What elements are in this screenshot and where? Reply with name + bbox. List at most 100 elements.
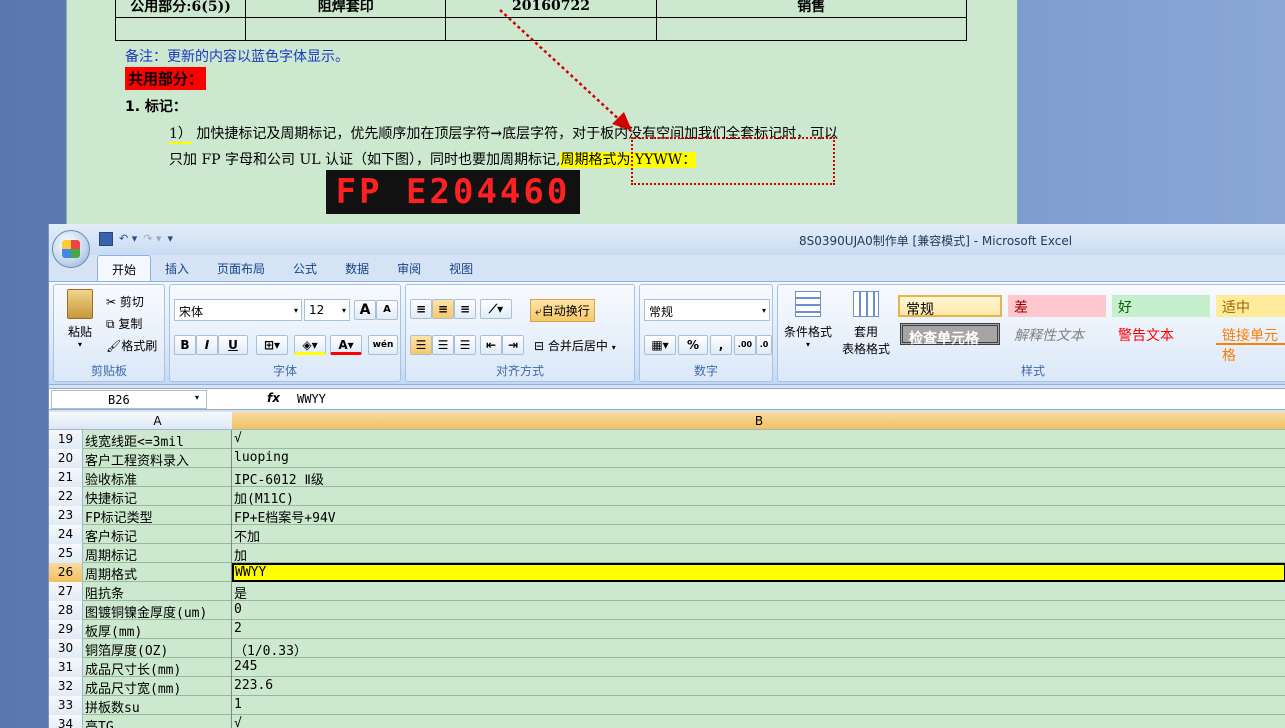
cell-a[interactable]: 客户工程资料录入 [83, 449, 232, 468]
number-format-select[interactable]: 常规 ▾ [644, 299, 770, 321]
column-header-b[interactable]: B [232, 412, 1285, 429]
cell-a[interactable]: 快捷标记 [83, 487, 232, 506]
decrease-indent-icon[interactable]: ⇤ [480, 335, 502, 355]
comma-button[interactable]: , [710, 335, 732, 355]
tab-page-layout[interactable]: 页面布局 [203, 255, 279, 281]
cell-a[interactable]: 成品尺寸宽(mm) [83, 677, 232, 696]
cell-a[interactable]: 验收标准 [83, 468, 232, 487]
increase-indent-icon[interactable]: ⇥ [502, 335, 524, 355]
increase-decimal-icon[interactable]: .00 [734, 335, 756, 355]
tab-insert[interactable]: 插入 [151, 255, 203, 281]
cell-a[interactable]: 周期格式 [83, 563, 232, 582]
row-header[interactable]: 31 [49, 658, 83, 677]
column-header-a[interactable]: A [83, 414, 232, 428]
style-explanatory[interactable]: 解释性文本 [1008, 323, 1106, 345]
align-center-icon[interactable]: ☰ [432, 335, 454, 355]
cell-b[interactable]: luoping [232, 449, 1285, 468]
cell-b[interactable]: 是 [232, 582, 1285, 602]
cell-b[interactable]: √ [232, 715, 1285, 728]
name-box[interactable]: B26 [51, 390, 207, 409]
cell-a[interactable]: 阻抗条 [83, 582, 232, 601]
cell-b[interactable]: 223.6 [232, 677, 1285, 696]
tab-review[interactable]: 审阅 [383, 255, 435, 281]
cell-b[interactable]: IPC-6012 Ⅱ级 [232, 468, 1285, 488]
align-bottom-icon[interactable]: ≡ [454, 299, 476, 319]
row-header[interactable]: 34 [49, 715, 83, 728]
orientation-icon[interactable]: ⟋▾ [480, 299, 512, 319]
conditional-format-button[interactable]: 条件格式 ▾ [780, 291, 836, 349]
borders-button[interactable]: ⊞▾ [256, 335, 288, 355]
cell-b[interactable]: （1/0.33） [232, 639, 1285, 659]
align-left-icon[interactable]: ☰ [410, 335, 432, 355]
chevron-down-icon[interactable]: ▾ [195, 393, 199, 402]
office-button[interactable] [52, 230, 90, 268]
style-linked-cell[interactable]: 链接单元格 [1216, 323, 1285, 364]
italic-button[interactable]: I [196, 335, 218, 355]
cell-a[interactable]: 板厚(mm) [83, 620, 232, 639]
underline-button[interactable]: U [218, 335, 248, 355]
insert-function-icon[interactable]: fx [267, 391, 280, 405]
font-color-button[interactable]: A▾ [330, 335, 362, 355]
style-neutral[interactable]: 适中 [1216, 295, 1285, 317]
cell-a[interactable]: 高TG [83, 715, 232, 728]
row-header[interactable]: 25 [49, 544, 83, 563]
format-painter-button[interactable]: 🖌格式刷 [106, 337, 157, 354]
cell-b[interactable]: 0 [232, 601, 1285, 620]
copy-button[interactable]: ⧉ 复制 [106, 315, 142, 332]
currency-icon[interactable]: ▦▾ [644, 335, 676, 355]
phonetic-button[interactable]: wén [368, 335, 398, 355]
row-header[interactable]: 21 [49, 468, 83, 487]
tab-home[interactable]: 开始 [97, 255, 152, 281]
grow-font-button[interactable]: A [354, 300, 376, 320]
align-right-icon[interactable]: ☰ [454, 335, 476, 355]
merge-center-button[interactable]: ⊟ 合并后居中 ▾ [534, 337, 616, 354]
shrink-font-button[interactable]: A [376, 300, 398, 320]
row-header[interactable]: 28 [49, 601, 83, 620]
align-middle-icon[interactable]: ≡ [432, 299, 454, 319]
tab-view[interactable]: 视图 [435, 255, 487, 281]
row-header[interactable]: 19 [49, 430, 83, 449]
save-icon[interactable] [99, 232, 113, 246]
row-header[interactable]: 24 [49, 525, 83, 544]
row-header[interactable]: 26 [49, 563, 83, 582]
cell-b[interactable]: 2 [232, 620, 1285, 639]
paste-button[interactable]: 粘贴 ▾ [60, 289, 100, 349]
cell-a[interactable]: FP标记类型 [83, 506, 232, 525]
cell-a[interactable]: 成品尺寸长(mm) [83, 658, 232, 677]
row-header[interactable]: 33 [49, 696, 83, 715]
cell-b[interactable]: FP+E档案号+94V [232, 506, 1285, 526]
font-name-select[interactable]: 宋体 ▾ [174, 299, 302, 321]
style-normal[interactable]: 常规 [898, 295, 1002, 318]
cut-button[interactable]: ✂ 剪切 [106, 293, 144, 310]
format-as-table-button[interactable]: 套用 表格格式 [838, 291, 894, 357]
customize-qat-icon[interactable]: ▾ [168, 232, 174, 246]
font-size-select[interactable]: 12 ▾ [304, 299, 350, 321]
cell-b[interactable]: 1 [232, 696, 1285, 715]
bold-button[interactable]: B [174, 335, 196, 355]
worksheet-grid[interactable]: A B 19 线宽线距<=3mil √ 20 客户工程资料录入 luoping 21 验收标准… [49, 412, 1285, 728]
cell-b[interactable]: 不加 [232, 525, 1285, 545]
decrease-decimal-icon[interactable]: .0 [756, 335, 772, 355]
row-header[interactable]: 29 [49, 620, 83, 639]
row-header[interactable]: 23 [49, 506, 83, 525]
cell-a[interactable]: 图镀铜镍金厚度(um) [83, 601, 232, 620]
row-header[interactable]: 22 [49, 487, 83, 506]
cell-b[interactable]: 加(M11C) [232, 487, 1285, 507]
tab-formulas[interactable]: 公式 [279, 255, 331, 281]
cell-a[interactable]: 拼板数su [83, 696, 232, 715]
cell-b[interactable]: 加 [232, 544, 1285, 564]
row-header[interactable]: 20 [49, 449, 83, 468]
style-check-cell[interactable]: 检查单元格 [900, 323, 1000, 347]
cell-a[interactable]: 铜箔厚度(OZ) [83, 639, 232, 658]
formula-input[interactable]: WWYY [297, 392, 326, 406]
style-bad[interactable]: 差 [1008, 295, 1106, 317]
cell-a[interactable]: 线宽线距<=3mil [83, 430, 232, 449]
style-warning[interactable]: 警告文本 [1112, 323, 1210, 345]
undo-icon[interactable]: ↶ ▾ [119, 232, 137, 246]
wrap-text-button[interactable]: ⤶自动换行 [530, 299, 595, 322]
cell-b[interactable]: √ [232, 430, 1285, 449]
row-header[interactable]: 32 [49, 677, 83, 696]
fill-color-button[interactable]: ◈▾ [294, 335, 326, 355]
cell-a[interactable]: 客户标记 [83, 525, 232, 544]
align-top-icon[interactable]: ≡ [410, 299, 432, 319]
